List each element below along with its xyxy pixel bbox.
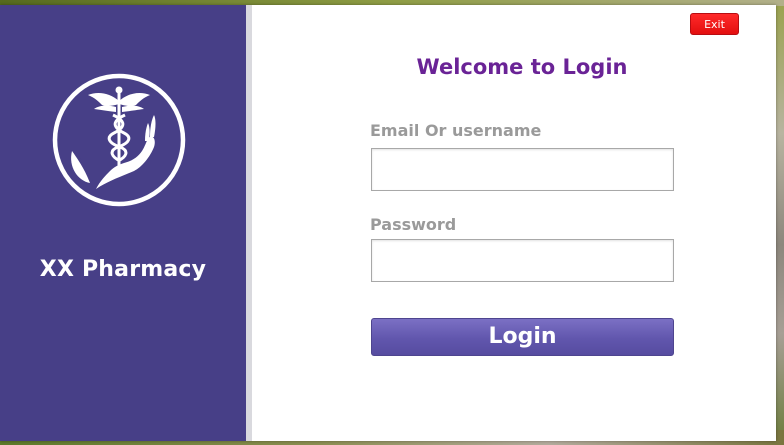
login-button[interactable]: Login xyxy=(371,318,674,356)
brand-sidebar: XX Pharmacy xyxy=(0,5,246,441)
panel-divider xyxy=(246,5,252,441)
email-label: Email Or username xyxy=(370,121,542,140)
password-field[interactable] xyxy=(371,239,674,282)
desktop-background: XX Pharmacy Exit Welcome to Login Email … xyxy=(0,0,784,445)
login-window: XX Pharmacy Exit Welcome to Login Email … xyxy=(0,5,776,441)
brand-name: XX Pharmacy xyxy=(39,257,207,282)
exit-button[interactable]: Exit xyxy=(690,13,739,35)
caduceus-hand-icon xyxy=(52,73,186,207)
password-label: Password xyxy=(370,215,457,234)
page-title: Welcome to Login xyxy=(416,55,628,79)
email-field[interactable] xyxy=(371,148,674,191)
